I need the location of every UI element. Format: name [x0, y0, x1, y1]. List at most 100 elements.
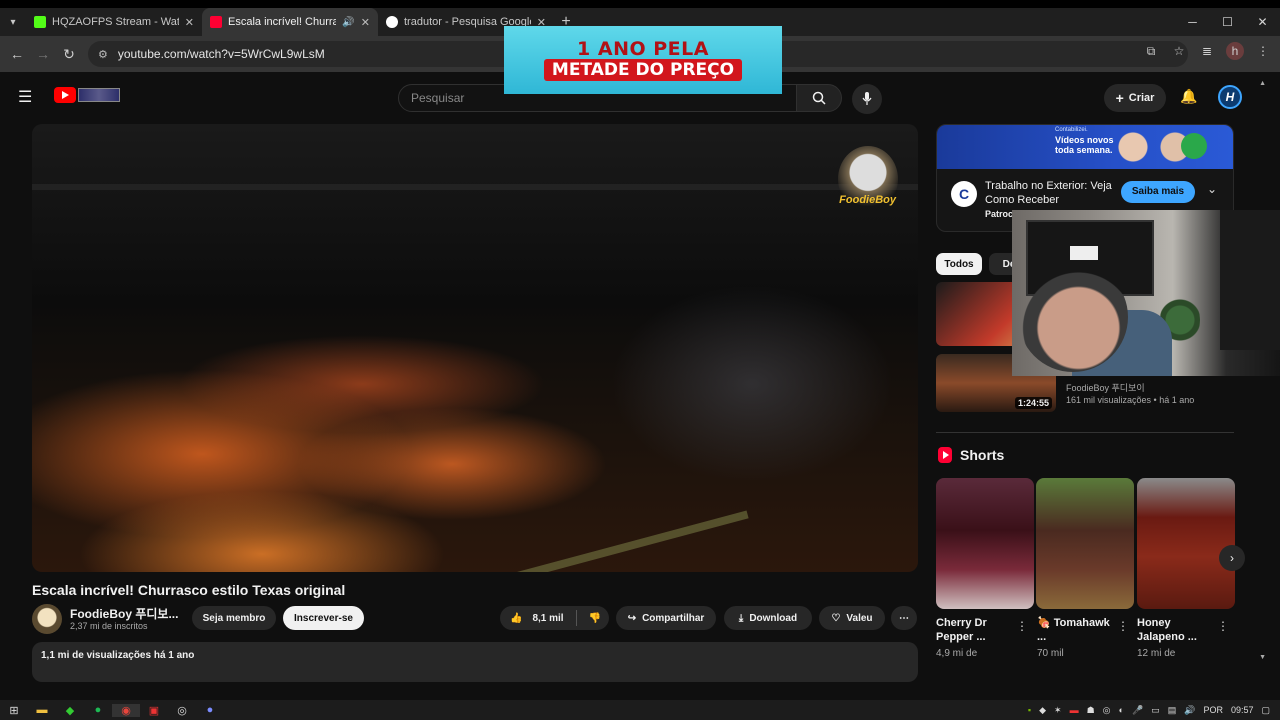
short-title[interactable]: Honey Jalapeno ... [1137, 616, 1217, 644]
close-tab-icon[interactable]: ✕ [361, 16, 370, 29]
more-vertical-icon[interactable]: ⋮ [1117, 619, 1129, 633]
search-button[interactable] [796, 84, 842, 112]
tray-battery-icon[interactable]: ▭ [1151, 705, 1160, 716]
scrollbar-up-arrow-icon[interactable]: ▲ [1259, 80, 1266, 87]
youtube-logo-icon[interactable] [54, 87, 76, 103]
subscribe-button[interactable]: Inscrever-se [283, 606, 364, 630]
more-vertical-icon[interactable]: ⋮ [1016, 619, 1028, 633]
maximize-icon[interactable]: ☐ [1210, 8, 1245, 36]
recommendation-views: 161 mil visualizações • há 1 ano [1066, 395, 1195, 405]
promo-line-1: 1 ANO PELA [577, 38, 709, 60]
tab-youtube-video[interactable]: Escala incrível! Churrasco e 🔊 ✕ [202, 8, 378, 36]
close-tab-icon[interactable]: ✕ [185, 16, 194, 29]
recommendation-channel[interactable]: FoodieBoy 푸디보이 [1066, 381, 1145, 394]
profile-avatar[interactable]: h [1226, 42, 1244, 60]
tray-nvidia-icon[interactable]: ▪ [1028, 705, 1031, 715]
tray-language[interactable]: POR [1203, 705, 1223, 715]
advertiser-logo[interactable]: C [951, 181, 977, 207]
media-controls-icon[interactable]: ≣ [1198, 44, 1216, 58]
short-thumbnail[interactable] [1036, 478, 1134, 609]
join-button[interactable]: Seja membro [192, 606, 276, 630]
tray-app-icon[interactable]: ◐ [1119, 705, 1124, 715]
windows-start-icon[interactable]: ⊞ [0, 704, 28, 717]
short-title[interactable]: 🍖 Tomahawk ... [1037, 616, 1117, 644]
tray-network-icon[interactable]: ▤ [1168, 705, 1177, 716]
ad-title[interactable]: Trabalho no Exterior: Veja Como Receber [985, 179, 1115, 207]
file-explorer-icon[interactable]: ▬ [28, 704, 56, 716]
ad-learn-more-button[interactable]: Saiba mais [1121, 181, 1195, 203]
xbox-icon[interactable]: ◆ [56, 704, 84, 717]
grill-tongs [495, 510, 749, 572]
short-views: 4,9 mi de [936, 648, 978, 659]
ad-banner-badge-icon [1181, 133, 1207, 159]
voice-search-button[interactable] [852, 84, 882, 114]
description-box[interactable]: 1,1 mi de visualizações há 1 ano [32, 642, 918, 682]
toolbar-actions: ⧉ ☆ ≣ h ⋮ [1142, 42, 1272, 60]
subscriber-count: 2,37 mi de inscritos [70, 621, 148, 631]
more-actions-button[interactable]: ⋯ [891, 606, 917, 630]
tab-kick-stream[interactable]: HQZAOFPS Stream - Watch Liv ✕ [26, 8, 202, 36]
discord-icon[interactable]: ● [196, 704, 224, 716]
tray-discord-icon[interactable]: ◆ [1039, 705, 1046, 716]
forward-icon[interactable]: → [30, 46, 56, 62]
like-count[interactable]: 8,1 mil [532, 613, 563, 624]
tray-app-icon[interactable]: ☗ [1087, 705, 1095, 716]
back-icon[interactable]: ← [4, 46, 30, 62]
shorts-next-arrow-icon[interactable]: › [1219, 545, 1245, 571]
close-window-icon[interactable]: ✕ [1245, 8, 1280, 36]
ad-banner-text: Vídeos novos toda semana. [1055, 135, 1114, 155]
grill-rack [32, 184, 918, 190]
short-title[interactable]: Cherry Dr Pepper ... [936, 616, 1016, 644]
short-thumbnail[interactable] [936, 478, 1034, 609]
video-player[interactable]: FoodieBoy [32, 124, 918, 572]
like-icon[interactable]: 👍 [510, 613, 522, 624]
screen: ▾ HQZAOFPS Stream - Watch Liv ✕ Escala i… [0, 8, 1280, 700]
news-app-icon[interactable]: ▣ [140, 704, 168, 717]
dislike-icon[interactable]: 👎 [589, 613, 601, 624]
bookmark-star-icon[interactable]: ☆ [1170, 44, 1188, 58]
share-button[interactable]: ↪ Compartilhar [616, 606, 716, 630]
site-info-icon[interactable]: ⚙ [98, 48, 108, 61]
tray-microphone-icon[interactable]: 🎤 [1132, 705, 1143, 716]
menu-kebab-icon[interactable]: ⋮ [1254, 44, 1272, 58]
install-app-icon[interactable]: ⧉ [1142, 44, 1160, 59]
chevron-down-icon[interactable]: ⌄ [1207, 182, 1217, 196]
tab-title: Escala incrível! Churrasco e [228, 16, 337, 28]
system-tray: ▪ ◆ ✶ ▬ ☗ ◎ ◐ 🎤 ▭ ▤ 🔊 POR 09:57 ▢ [1028, 700, 1270, 720]
short-views: 70 mil [1037, 648, 1064, 659]
channel-name[interactable]: FoodieBoy 푸디보... [70, 605, 178, 622]
account-avatar[interactable]: H [1218, 85, 1242, 109]
pill-divider [575, 610, 577, 626]
more-vertical-icon[interactable]: ⋮ [1217, 619, 1229, 633]
channel-avatar[interactable] [32, 604, 62, 634]
webcam-banner [1220, 210, 1280, 350]
short-thumbnail[interactable] [1137, 478, 1235, 609]
plus-icon: + [1115, 90, 1124, 106]
youtube-doodle-logo[interactable] [78, 88, 120, 102]
microphone-icon [862, 92, 872, 105]
more-horizontal-icon: ⋯ [899, 612, 909, 624]
download-button[interactable]: ⤓ Download [724, 606, 812, 630]
create-button[interactable]: + Criar [1104, 84, 1166, 112]
tab-search-icon[interactable]: ▾ [0, 8, 26, 36]
tray-app-icon[interactable]: ◎ [1103, 705, 1111, 716]
tray-volume-icon[interactable]: 🔊 [1184, 705, 1195, 716]
speaker-icon[interactable]: 🔊 [342, 17, 354, 28]
tab-title: HQZAOFPS Stream - Watch Liv [52, 16, 179, 28]
scrollbar-down-arrow-icon[interactable]: ▼ [1259, 654, 1266, 661]
tray-bluetooth-icon[interactable]: ✶ [1054, 705, 1062, 716]
hamburger-menu-icon[interactable]: ☰ [18, 87, 32, 107]
chip-all[interactable]: Todos [936, 253, 982, 275]
chrome-icon[interactable]: ◉ [112, 703, 140, 717]
ad-banner-image[interactable]: Contabilizei. Vídeos novos toda semana. [937, 125, 1233, 169]
tray-clock[interactable]: 09:57 [1231, 705, 1254, 715]
obs-icon[interactable]: ◎ [168, 704, 196, 717]
spotify-icon[interactable]: ● [84, 704, 112, 716]
tray-app-icon[interactable]: ▬ [1070, 705, 1079, 715]
tray-notification-icon[interactable]: ▢ [1261, 705, 1270, 716]
video-duration: 1:24:55 [1014, 397, 1052, 409]
minimize-icon[interactable]: ─ [1175, 8, 1210, 36]
thanks-button[interactable]: ♡ Valeu [819, 606, 885, 630]
notifications-bell-icon[interactable]: 🔔 [1180, 88, 1197, 105]
reload-icon[interactable]: ↻ [56, 46, 82, 63]
